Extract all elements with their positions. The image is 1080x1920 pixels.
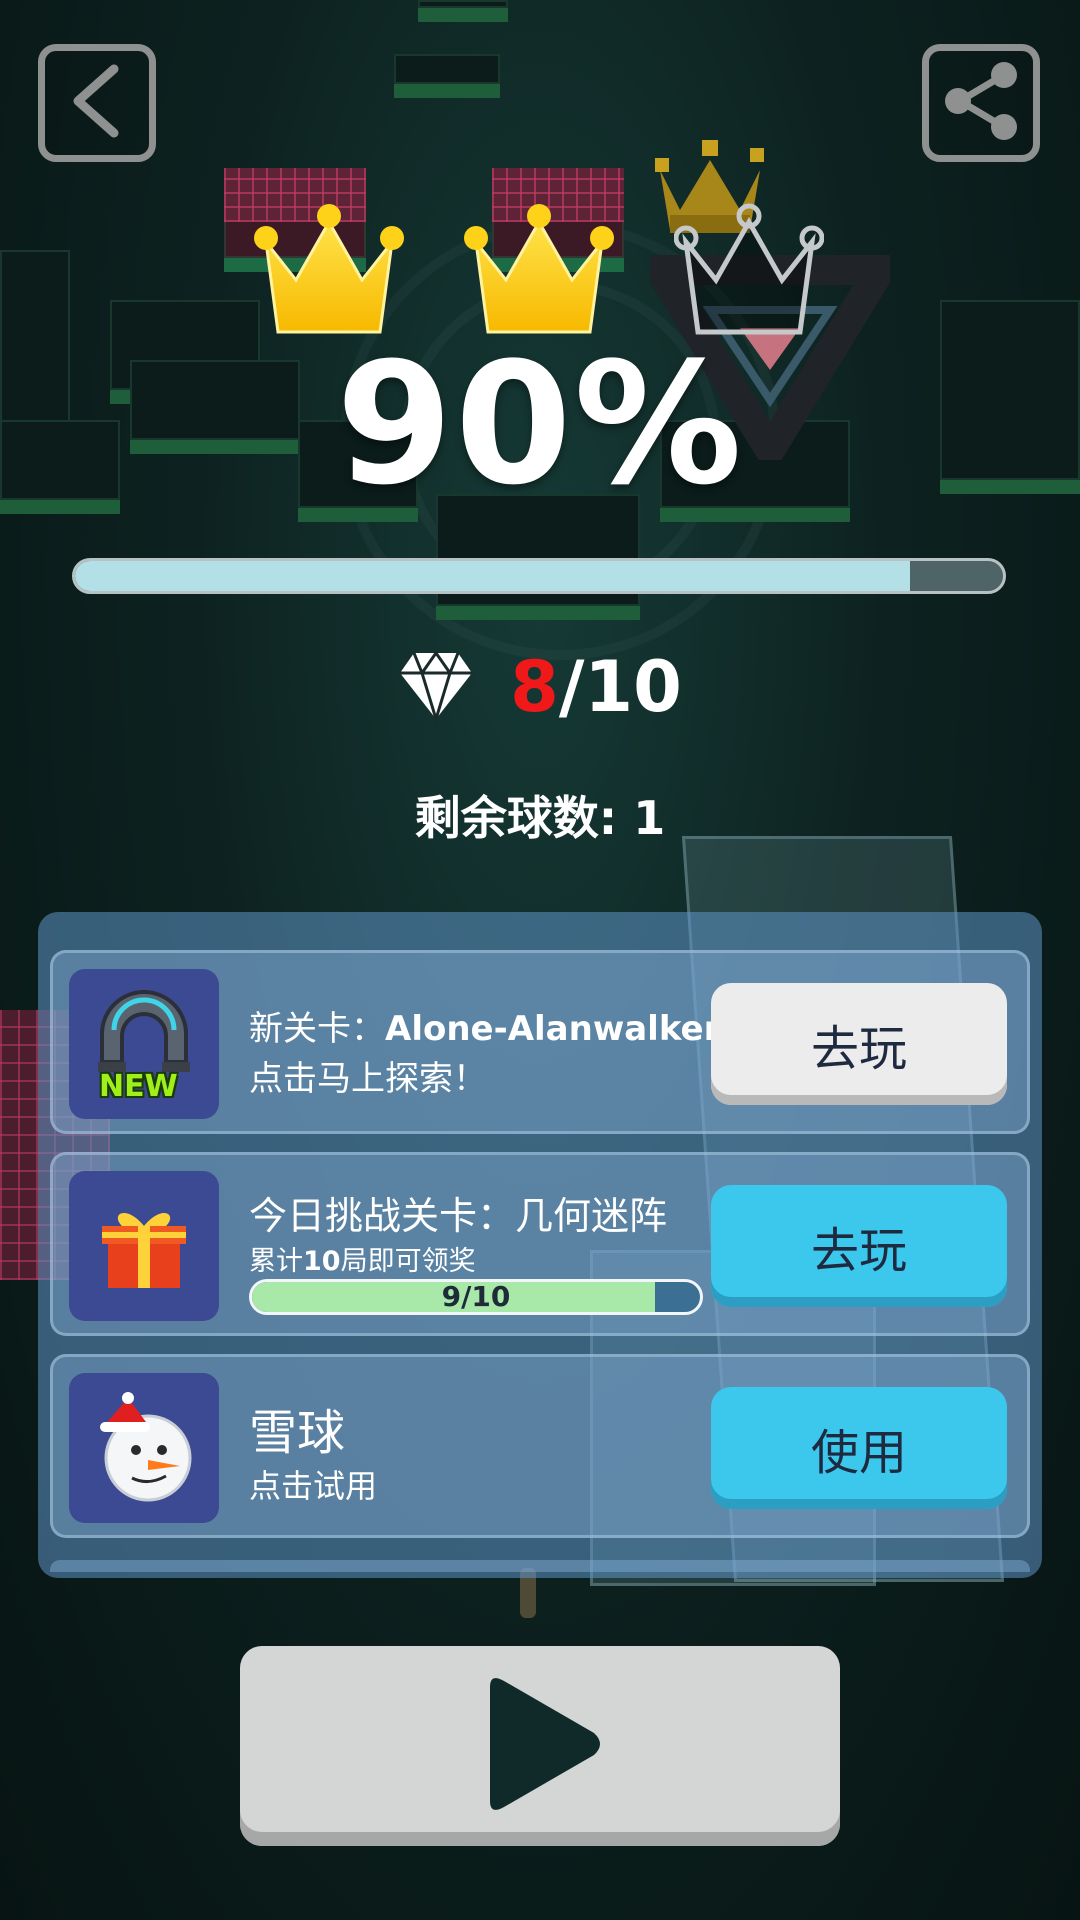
gem-counter: 8/10	[0, 646, 1080, 728]
share-icon	[938, 58, 1024, 148]
reward-title-level-name: Alone-Alanwalker	[385, 1009, 721, 1049]
reward-row-text: 新关卡：Alone-Alanwalker 点击马上探索！	[249, 953, 720, 1131]
completion-percent: 90%	[335, 326, 745, 522]
reward-subtitle: 点击试用	[249, 1467, 378, 1505]
reward-row-text: 今日挑战关卡：几何迷阵 累计10局即可领奖 9/10	[249, 1155, 703, 1333]
play-new-level-button[interactable]: 去玩	[711, 983, 1007, 1105]
challenge-progress-label: 9/10	[441, 1280, 511, 1313]
diamond-icon	[398, 647, 474, 727]
reward-subtitle: 累计10局即可领奖	[249, 1239, 476, 1278]
reward-subtitle-count: 10	[303, 1246, 341, 1277]
play-button[interactable]	[240, 1646, 840, 1846]
rewards-panel: NEW 新关卡：Alone-Alanwalker 点击马上探索！ 去玩 今日挑战…	[38, 912, 1042, 1578]
use-snowball-button[interactable]: 使用	[711, 1387, 1007, 1509]
gem-count-total: /10	[558, 646, 682, 728]
reward-row-next-peek	[50, 1560, 1030, 1572]
crown-filled-icon	[254, 204, 404, 334]
reward-title-prefix: 新关卡：	[249, 1009, 385, 1049]
reward-row-new-level: NEW 新关卡：Alone-Alanwalker 点击马上探索！ 去玩	[50, 950, 1030, 1134]
reward-title: 新关卡：Alone-Alanwalker	[249, 1001, 720, 1050]
reward-subtitle: 点击马上探索！	[249, 1059, 487, 1099]
play-daily-challenge-button[interactable]: 去玩	[711, 1185, 1007, 1307]
completion-progress-bar	[72, 558, 1006, 594]
reward-subtitle-prefix: 累计	[249, 1246, 303, 1277]
reward-row-daily-challenge: 今日挑战关卡：几何迷阵 累计10局即可领奖 9/10 去玩	[50, 1152, 1030, 1336]
challenge-progress-bar: 9/10	[249, 1279, 703, 1315]
gem-count: 8/10	[510, 646, 682, 728]
new-badge: NEW	[99, 1069, 178, 1104]
background-tile	[394, 54, 500, 98]
chevron-left-icon	[62, 61, 132, 145]
snowman-icon	[69, 1373, 219, 1523]
balls-remaining: 剩余球数: 1	[414, 791, 666, 845]
background-tile	[418, 0, 508, 22]
crown-filled-icon	[464, 204, 614, 334]
reward-title: 今日挑战关卡：几何迷阵	[249, 1194, 668, 1238]
play-icon	[470, 1669, 610, 1823]
reward-title: 雪球	[249, 1405, 346, 1461]
crown-empty-icon	[674, 203, 824, 335]
gem-count-current: 8	[510, 646, 559, 728]
reward-row-text: 雪球 点击试用	[249, 1357, 689, 1535]
gift-icon	[69, 1171, 219, 1321]
reward-subtitle-suffix: 局即可领奖	[340, 1246, 476, 1277]
reward-row-snowball: 雪球 点击试用 使用	[50, 1354, 1030, 1538]
back-button[interactable]	[38, 44, 156, 162]
share-button[interactable]	[922, 44, 1040, 162]
new-level-icon: NEW	[69, 969, 219, 1119]
completion-progress-fill	[75, 561, 911, 591]
